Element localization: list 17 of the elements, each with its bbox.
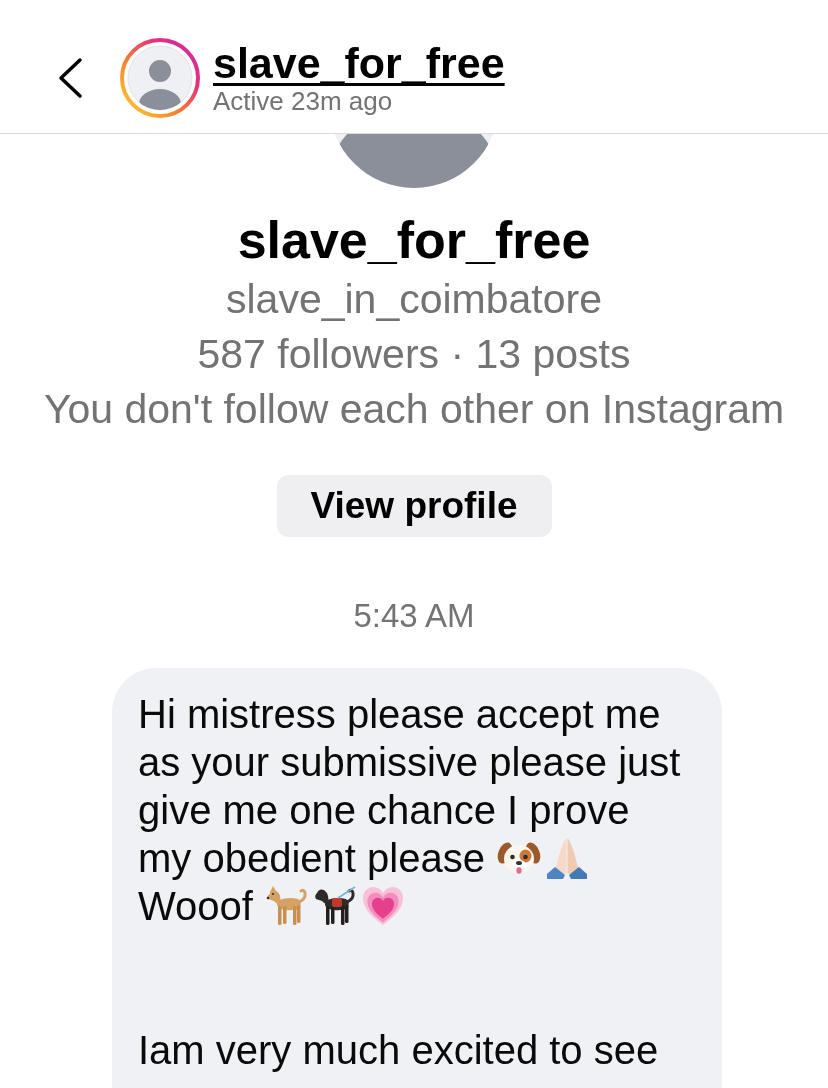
praying-hands-icon — [544, 836, 589, 880]
follow-relation-text: You don't follow each other on Instagram — [43, 385, 785, 434]
username-text: slave_in_coimbatore — [225, 275, 602, 324]
view-profile-button[interactable]: View profile — [276, 475, 552, 537]
message-text: Wooof — [138, 884, 253, 928]
dog-icon — [264, 884, 309, 928]
profile-name-link[interactable]: slave_for_free — [213, 39, 505, 86]
profile-display-name: slave_for_free — [237, 210, 591, 270]
active-status: Active 23m ago — [213, 85, 393, 116]
profile-stats-text: 587 followers · 13 posts — [197, 330, 631, 379]
message-text: Iam very much excited to see — [138, 1028, 659, 1072]
message-timestamp: 5:43 AM — [353, 596, 475, 636]
back-icon[interactable] — [57, 56, 83, 99]
avatar-icon[interactable] — [120, 37, 200, 118]
service-dog-icon — [312, 884, 357, 928]
message-text: my obedient please — [138, 836, 485, 880]
heart-icon — [360, 884, 405, 928]
